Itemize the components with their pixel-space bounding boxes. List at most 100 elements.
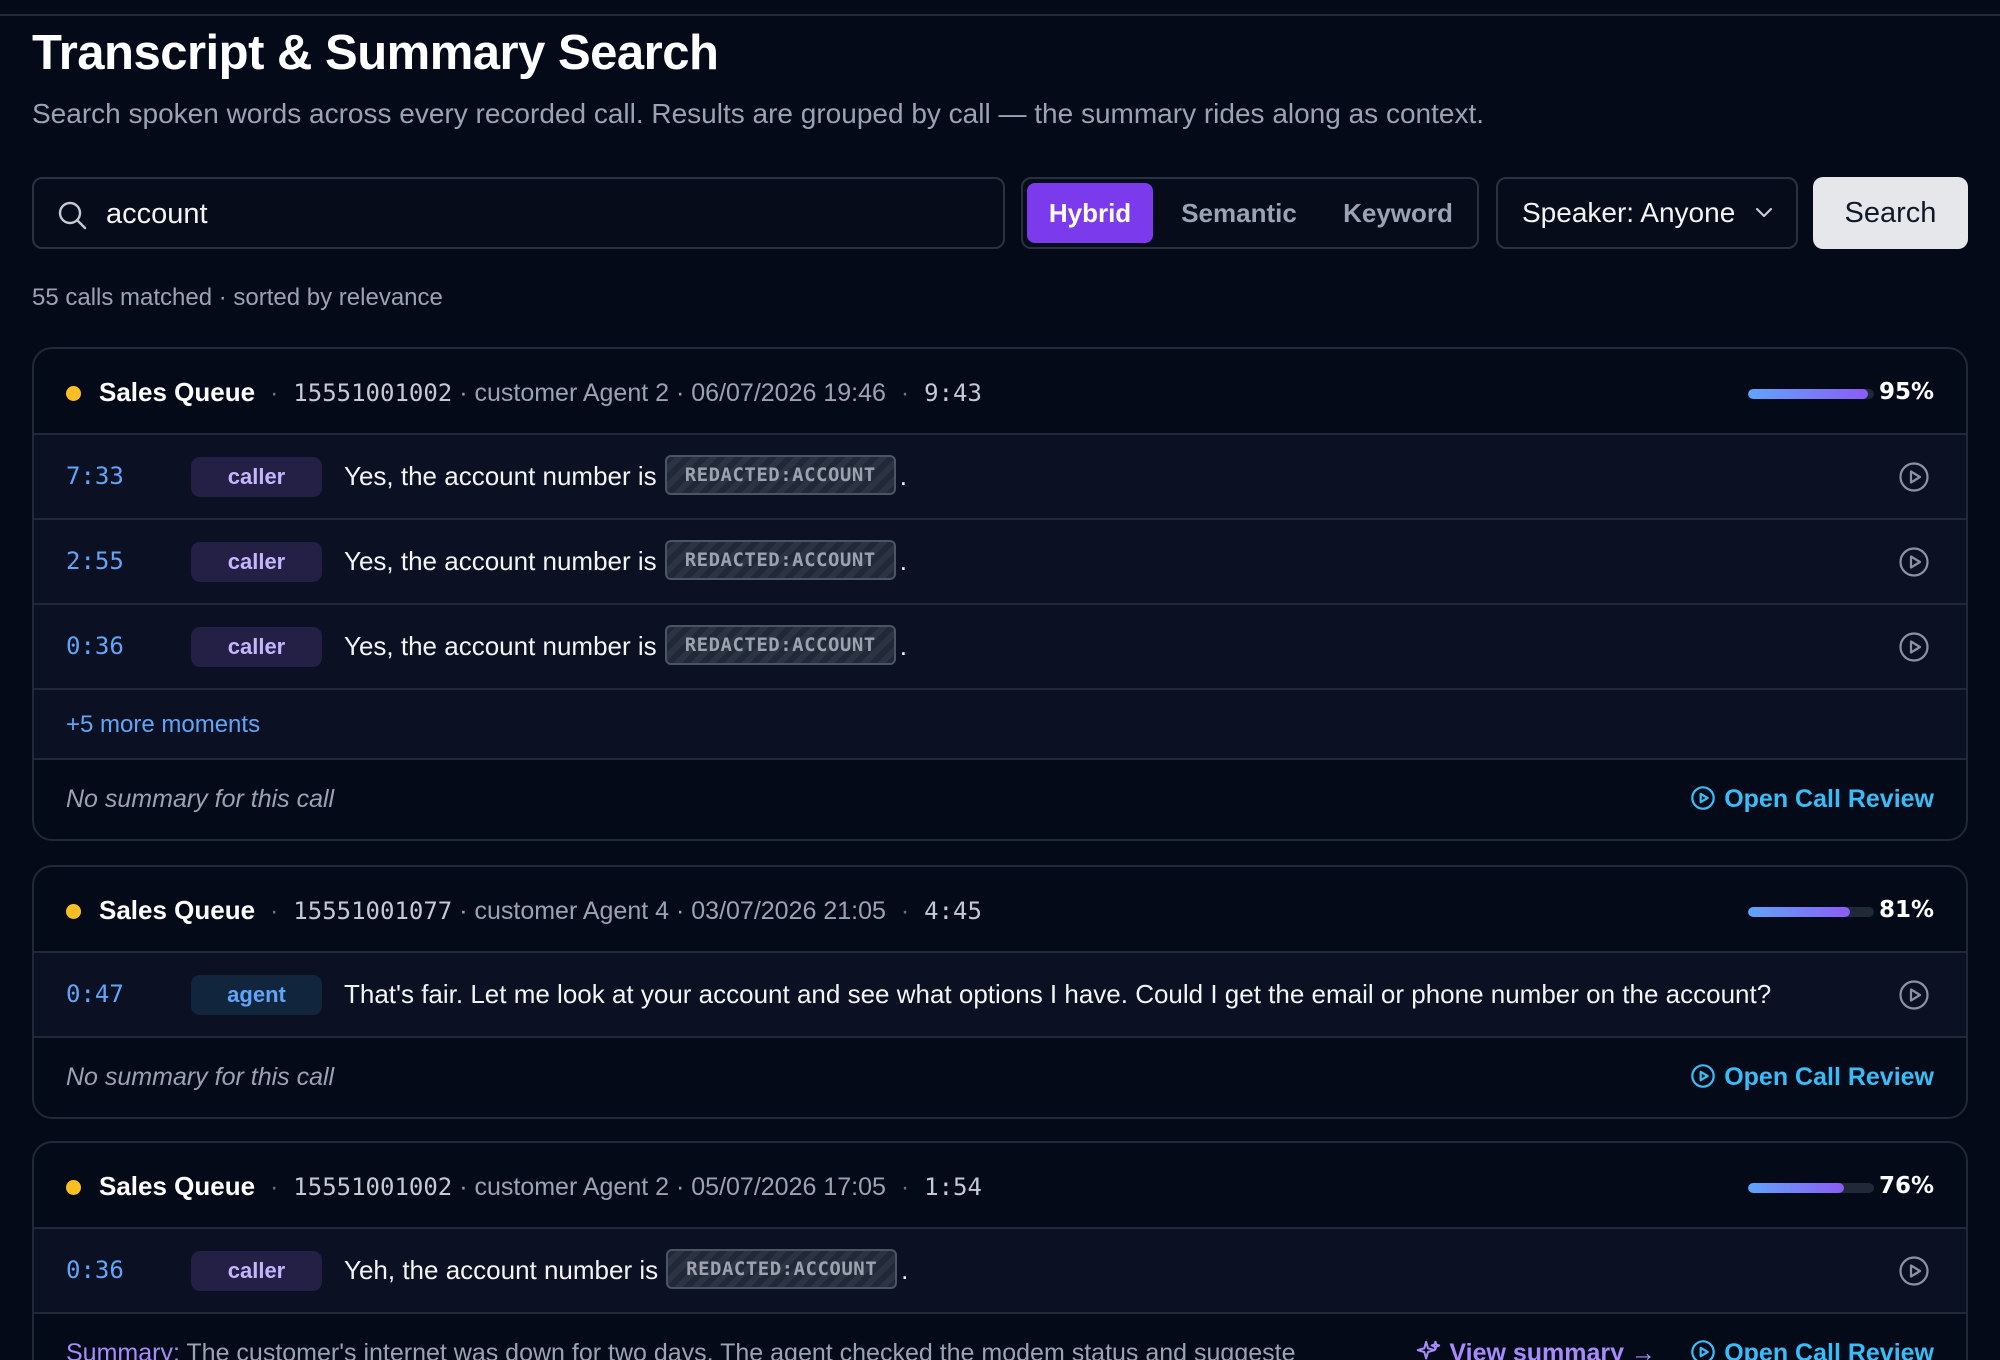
top-divider: [0, 14, 2000, 16]
moment-text-content: Yes, the account number is: [344, 631, 657, 661]
relevance-score: 76%: [1878, 1173, 1934, 1199]
moment-text: Yes, the account number is REDACTED:ACCOU…: [344, 435, 907, 518]
speaker-badge: caller: [191, 627, 322, 667]
play-icon[interactable]: [1898, 546, 1930, 578]
open-call-review-label: Open Call Review: [1724, 1339, 1934, 1360]
summary-label: Summary:: [66, 1339, 180, 1360]
mode-hybrid-button[interactable]: Hybrid: [1027, 183, 1153, 243]
call-datetime: 06/07/2026 19:46: [691, 379, 886, 407]
separator: ·: [893, 379, 917, 407]
moment-text-tail: .: [899, 461, 907, 491]
call-card-footer: No summary for this call Open Call Review: [34, 1038, 1966, 1117]
agent-name: · customer Agent 2 ·: [459, 379, 685, 407]
moment-text-tail: .: [901, 1255, 909, 1285]
speaker-badge: agent: [191, 975, 322, 1015]
call-duration: 4:45: [924, 897, 982, 925]
open-call-review-label: Open Call Review: [1724, 1063, 1934, 1091]
play-circle-icon: [1690, 785, 1724, 813]
agent-name: · customer Agent 4 ·: [459, 897, 685, 925]
moment-text-content: Yeh, the account number is: [344, 1255, 659, 1285]
transcript-moment-row: 0:36 caller Yeh, the account number is REDA…: [34, 1229, 1966, 1314]
queue-name: Sales Queue: [99, 377, 256, 407]
speaker-filter-label: Speaker: Anyone: [1522, 197, 1736, 228]
chevron-down-icon: [1755, 207, 1773, 218]
search-button[interactable]: Search: [1813, 177, 1968, 249]
call-card-footer: No summary for this call Open Call Review: [34, 760, 1966, 839]
relevance-bar-fill: [1748, 389, 1868, 399]
separator: ·: [263, 897, 286, 925]
moment-timestamp-link[interactable]: 0:36: [66, 1229, 124, 1312]
call-card-header: Sales Queue · 15551001002 · customer Age…: [34, 1143, 1966, 1229]
view-summary-link[interactable]: View summary →: [1415, 1314, 1656, 1360]
call-duration: 1:54: [924, 1173, 982, 1201]
call-duration: 9:43: [924, 379, 982, 407]
search-box[interactable]: [32, 177, 1005, 249]
open-call-review-link[interactable]: Open Call Review: [1690, 1038, 1934, 1117]
relevance-score: 95%: [1878, 379, 1934, 405]
open-call-review-link[interactable]: Open Call Review: [1690, 760, 1934, 839]
transcript-moment-row: 0:47 agent That's fair. Let me look at you…: [34, 953, 1966, 1038]
moment-text-content: Yes, the account number is: [344, 461, 657, 491]
search-icon: [58, 201, 87, 230]
play-icon[interactable]: [1898, 461, 1930, 493]
open-call-review-link[interactable]: Open Call Review: [1690, 1314, 1934, 1360]
play-icon[interactable]: [1898, 979, 1930, 1011]
open-call-review-label: Open Call Review: [1724, 785, 1934, 813]
mode-keyword-button[interactable]: Keyword: [1323, 183, 1473, 243]
more-moments-row: +5 more moments: [34, 690, 1966, 760]
search-input[interactable]: [106, 193, 986, 235]
moment-text: Yes, the account number is REDACTED:ACCOU…: [344, 605, 907, 688]
status-dot: [66, 1180, 81, 1195]
status-dot: [66, 904, 81, 919]
redacted-token: REDACTED:ACCOUNT: [664, 540, 896, 581]
search-toolbar: Hybrid Semantic Keyword Speaker: Anyone …: [32, 177, 1968, 249]
call-result-card: Sales Queue · 15551001077 · customer Age…: [32, 865, 1968, 1119]
call-result-card: Sales Queue · 15551001002 · customer Age…: [32, 347, 1968, 841]
more-moments-link[interactable]: +5 more moments: [66, 690, 260, 760]
page-header: Transcript & Summary Search Search spoke…: [32, 26, 1484, 130]
redacted-token: REDACTED:ACCOUNT: [666, 1249, 898, 1290]
separator: ·: [263, 379, 286, 407]
separator: ·: [893, 1173, 917, 1201]
moment-timestamp-link[interactable]: 0:47: [66, 953, 124, 1036]
relevance-bar-fill: [1748, 1183, 1844, 1193]
moment-timestamp-link[interactable]: 0:36: [66, 605, 124, 688]
relevance-bar: [1748, 1183, 1874, 1193]
page-subtitle: Search spoken words across every recorde…: [32, 98, 1485, 129]
relevance-bar: [1748, 389, 1874, 399]
moment-text: Yeh, the account number is REDACTED:ACCOU…: [344, 1229, 908, 1312]
queue-name: Sales Queue: [99, 1171, 256, 1201]
play-icon[interactable]: [1898, 631, 1930, 663]
summary-text: The customer's internet was down for two…: [179, 1339, 1296, 1360]
call-card-header: Sales Queue · 15551001002 · customer Age…: [34, 349, 1966, 435]
transcript-moment-row: 7:33 caller Yes, the account number is REDA…: [34, 435, 1966, 520]
agent-name: · customer Agent 2 ·: [459, 1173, 685, 1201]
caller-phone: 15551001077: [293, 897, 453, 925]
call-datetime: 03/07/2026 21:05: [691, 897, 886, 925]
relevance-score: 81%: [1878, 897, 1934, 923]
moment-timestamp-link[interactable]: 2:55: [66, 520, 124, 603]
moment-timestamp-link[interactable]: 7:33: [66, 435, 124, 518]
no-summary-text: No summary for this call: [66, 1063, 335, 1091]
sparkle-icon: [1415, 1339, 1449, 1360]
moment-text-tail: .: [899, 546, 907, 576]
call-meta: Sales Queue · 15551001002 · customer Age…: [99, 349, 982, 435]
call-card-header: Sales Queue · 15551001077 · customer Age…: [34, 867, 1966, 953]
call-card-footer: Summary: The customer's internet was dow…: [34, 1314, 1966, 1360]
speaker-badge: caller: [191, 542, 322, 582]
play-circle-icon: [1690, 1063, 1724, 1091]
relevance-bar: [1748, 907, 1874, 917]
speaker-badge: caller: [191, 1251, 322, 1291]
call-meta: Sales Queue · 15551001077 · customer Age…: [99, 867, 982, 953]
queue-name: Sales Queue: [99, 895, 256, 925]
play-icon[interactable]: [1898, 1255, 1930, 1287]
call-result-card: Sales Queue · 15551001002 · customer Age…: [32, 1141, 1968, 1360]
search-mode-toggle: Hybrid Semantic Keyword: [1021, 177, 1479, 249]
mode-semantic-button[interactable]: Semantic: [1159, 183, 1319, 243]
status-dot: [66, 386, 81, 401]
results-count: 55 calls matched · sorted by relevance: [32, 284, 443, 311]
moment-text: That's fair. Let me look at your account…: [344, 953, 1771, 1036]
separator: ·: [263, 1173, 286, 1201]
moment-text-content: That's fair. Let me look at your account…: [344, 979, 1772, 1009]
speaker-filter-select[interactable]: Speaker: Anyone: [1496, 177, 1798, 249]
